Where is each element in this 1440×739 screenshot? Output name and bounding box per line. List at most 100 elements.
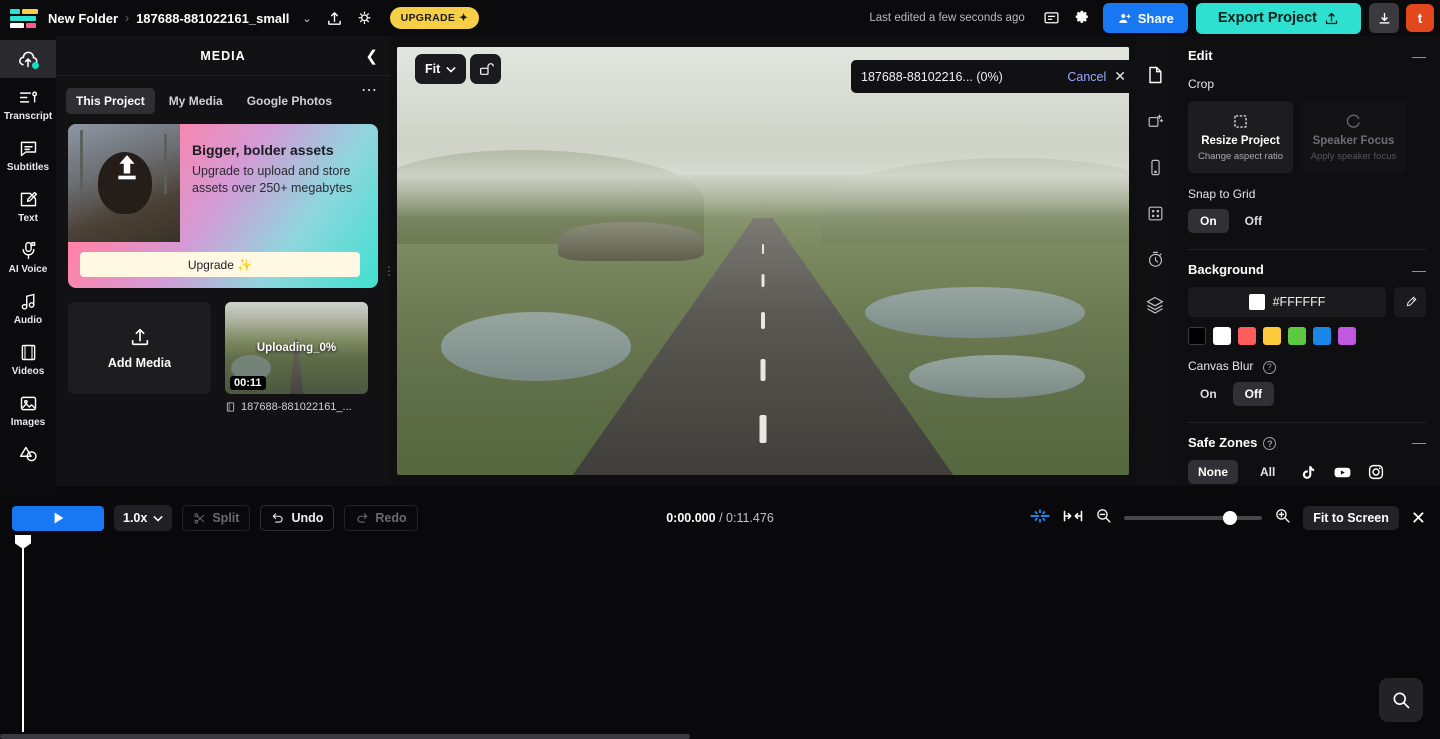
help-icon[interactable]: ?: [1262, 360, 1276, 374]
mobile-icon[interactable]: [1142, 154, 1168, 180]
timer-icon[interactable]: [1142, 246, 1168, 272]
playback-speed-dropdown[interactable]: 1.0x: [114, 505, 173, 531]
swatch-white[interactable]: [1213, 327, 1231, 345]
sidebar-item-label: Text: [18, 213, 38, 224]
timeline-horizontal-scrollbar[interactable]: [0, 734, 690, 739]
last-edited-status: Last edited a few seconds ago: [869, 12, 1025, 24]
resize-project-card[interactable]: Resize Project Change aspect ratio: [1188, 101, 1293, 173]
layers-icon[interactable]: [1142, 292, 1168, 318]
collapse-edit-icon[interactable]: —: [1412, 49, 1426, 63]
zoom-in-icon[interactable]: [1274, 507, 1291, 529]
user-avatar[interactable]: t: [1406, 4, 1434, 32]
sidebar-item-media[interactable]: [0, 40, 56, 78]
sidebar-item-audio[interactable]: Audio: [0, 282, 56, 333]
media-asset-tile[interactable]: Uploading_0% 00:11 187688-881022161_...: [225, 302, 368, 413]
play-button[interactable]: [12, 505, 104, 531]
canvas-stage: [390, 36, 1136, 486]
app-logo-icon[interactable]: [10, 7, 38, 29]
swatch-yellow[interactable]: [1263, 327, 1281, 345]
promo-image: [68, 124, 180, 242]
breadcrumb-folder[interactable]: New Folder: [48, 11, 118, 26]
toast-cancel-button[interactable]: Cancel: [1067, 70, 1106, 84]
comment-icon[interactable]: [1037, 3, 1067, 33]
blur-on-button[interactable]: On: [1188, 382, 1229, 406]
speaker-focus-title: Speaker Focus: [1312, 135, 1395, 147]
gear-icon[interactable]: [1067, 3, 1097, 33]
sidebar-item-subtitles[interactable]: Subtitles: [0, 129, 56, 180]
snap-on-button[interactable]: On: [1188, 209, 1229, 233]
swatch-blue[interactable]: [1313, 327, 1331, 345]
tab-google-photos[interactable]: Google Photos: [237, 88, 342, 114]
instagram-icon[interactable]: [1365, 461, 1387, 483]
share-upload-icon[interactable]: [320, 3, 350, 33]
download-button[interactable]: [1369, 3, 1399, 33]
snap-off-button[interactable]: Off: [1233, 209, 1274, 233]
speaker-focus-card[interactable]: Speaker Focus Apply speaker focus: [1301, 101, 1406, 173]
promo-upgrade-button[interactable]: Upgrade ✨: [80, 252, 360, 277]
lightbulb-icon[interactable]: [350, 3, 380, 33]
collapse-safe-zones-icon[interactable]: —: [1412, 435, 1426, 449]
breadcrumb-project-name[interactable]: 187688-881022161_small: [136, 11, 289, 26]
zoom-slider-knob[interactable]: [1223, 511, 1238, 525]
timeline-playhead[interactable]: [15, 535, 31, 732]
zoom-out-icon[interactable]: [1095, 507, 1112, 529]
more-options-icon[interactable]: ⋯: [361, 80, 378, 100]
upgrade-button[interactable]: UPGRADE ✦: [389, 7, 480, 29]
upgrade-label: UPGRADE: [400, 12, 456, 24]
youtube-icon[interactable]: [1331, 461, 1353, 483]
fit-to-screen-button[interactable]: Fit to Screen: [1303, 506, 1399, 530]
add-media-button[interactable]: Add Media: [68, 302, 211, 394]
sidebar-item-images[interactable]: Images: [0, 384, 56, 435]
video-file-icon: [226, 402, 235, 412]
swatch-green[interactable]: [1288, 327, 1306, 345]
media-tabs: This Project My Media Google Photos ⋯: [56, 76, 390, 114]
timeline-zoom-slider[interactable]: [1124, 511, 1263, 525]
undo-label: Undo: [291, 511, 324, 525]
sidebar-item-text[interactable]: Text: [0, 180, 56, 231]
background-section-header: Background —: [1188, 250, 1426, 277]
sidebar-item-videos[interactable]: Videos: [0, 333, 56, 384]
blur-off-button[interactable]: Off: [1232, 381, 1274, 406]
redo-label: Redo: [375, 511, 407, 525]
redo-button[interactable]: Redo: [344, 505, 418, 531]
magic-box-icon[interactable]: [1142, 108, 1168, 134]
background-color-field[interactable]: #FFFFFF: [1188, 287, 1386, 317]
swatch-red[interactable]: [1238, 327, 1256, 345]
media-asset-thumbnail: Uploading_0% 00:11: [225, 302, 368, 394]
swatch-purple[interactable]: [1338, 327, 1356, 345]
canvas-lock-toggle[interactable]: [470, 54, 501, 84]
project-menu-chevron-down-icon[interactable]: ⌄: [302, 12, 311, 25]
fit-clips-icon[interactable]: [1063, 508, 1083, 529]
eyedropper-button[interactable]: [1394, 287, 1426, 317]
close-timeline-icon[interactable]: ✕: [1411, 508, 1426, 529]
safe-zone-all[interactable]: All: [1250, 460, 1285, 484]
dotted-square-icon[interactable]: [1142, 200, 1168, 226]
tiktok-icon[interactable]: [1297, 461, 1319, 483]
undo-button[interactable]: Undo: [260, 505, 335, 531]
video-preview[interactable]: [397, 47, 1129, 475]
sidebar-item-transcript[interactable]: Transcript: [0, 78, 56, 129]
swatch-black[interactable]: [1188, 327, 1206, 345]
resize-project-title: Resize Project: [1201, 135, 1280, 147]
canvas-blur-label: Canvas Blur: [1188, 359, 1254, 373]
safe-zones-options: None All: [1188, 460, 1426, 484]
upload-arrow-icon: [118, 155, 136, 180]
search-icon: [1393, 692, 1410, 709]
safe-zone-none[interactable]: None: [1188, 460, 1238, 484]
timeline-search-button[interactable]: [1379, 678, 1423, 722]
tab-my-media[interactable]: My Media: [159, 88, 233, 114]
help-icon[interactable]: ?: [1263, 437, 1277, 450]
collapse-background-icon[interactable]: —: [1412, 263, 1426, 277]
sidebar-item-shapes[interactable]: [0, 435, 56, 472]
add-media-label: Add Media: [107, 356, 172, 370]
zoom-fit-dropdown[interactable]: Fit: [415, 54, 467, 84]
close-icon[interactable]: ✕: [1114, 68, 1126, 85]
tab-this-project[interactable]: This Project: [66, 88, 155, 114]
export-project-button[interactable]: Export Project: [1195, 2, 1361, 34]
share-button[interactable]: Share: [1102, 3, 1188, 33]
chevron-left-icon[interactable]: ❮: [365, 47, 378, 65]
magnet-snap-icon[interactable]: [1029, 508, 1051, 529]
page-icon[interactable]: [1142, 62, 1168, 88]
sidebar-item-ai-voice[interactable]: AI Voice: [0, 231, 56, 282]
split-button[interactable]: Split: [182, 505, 251, 531]
